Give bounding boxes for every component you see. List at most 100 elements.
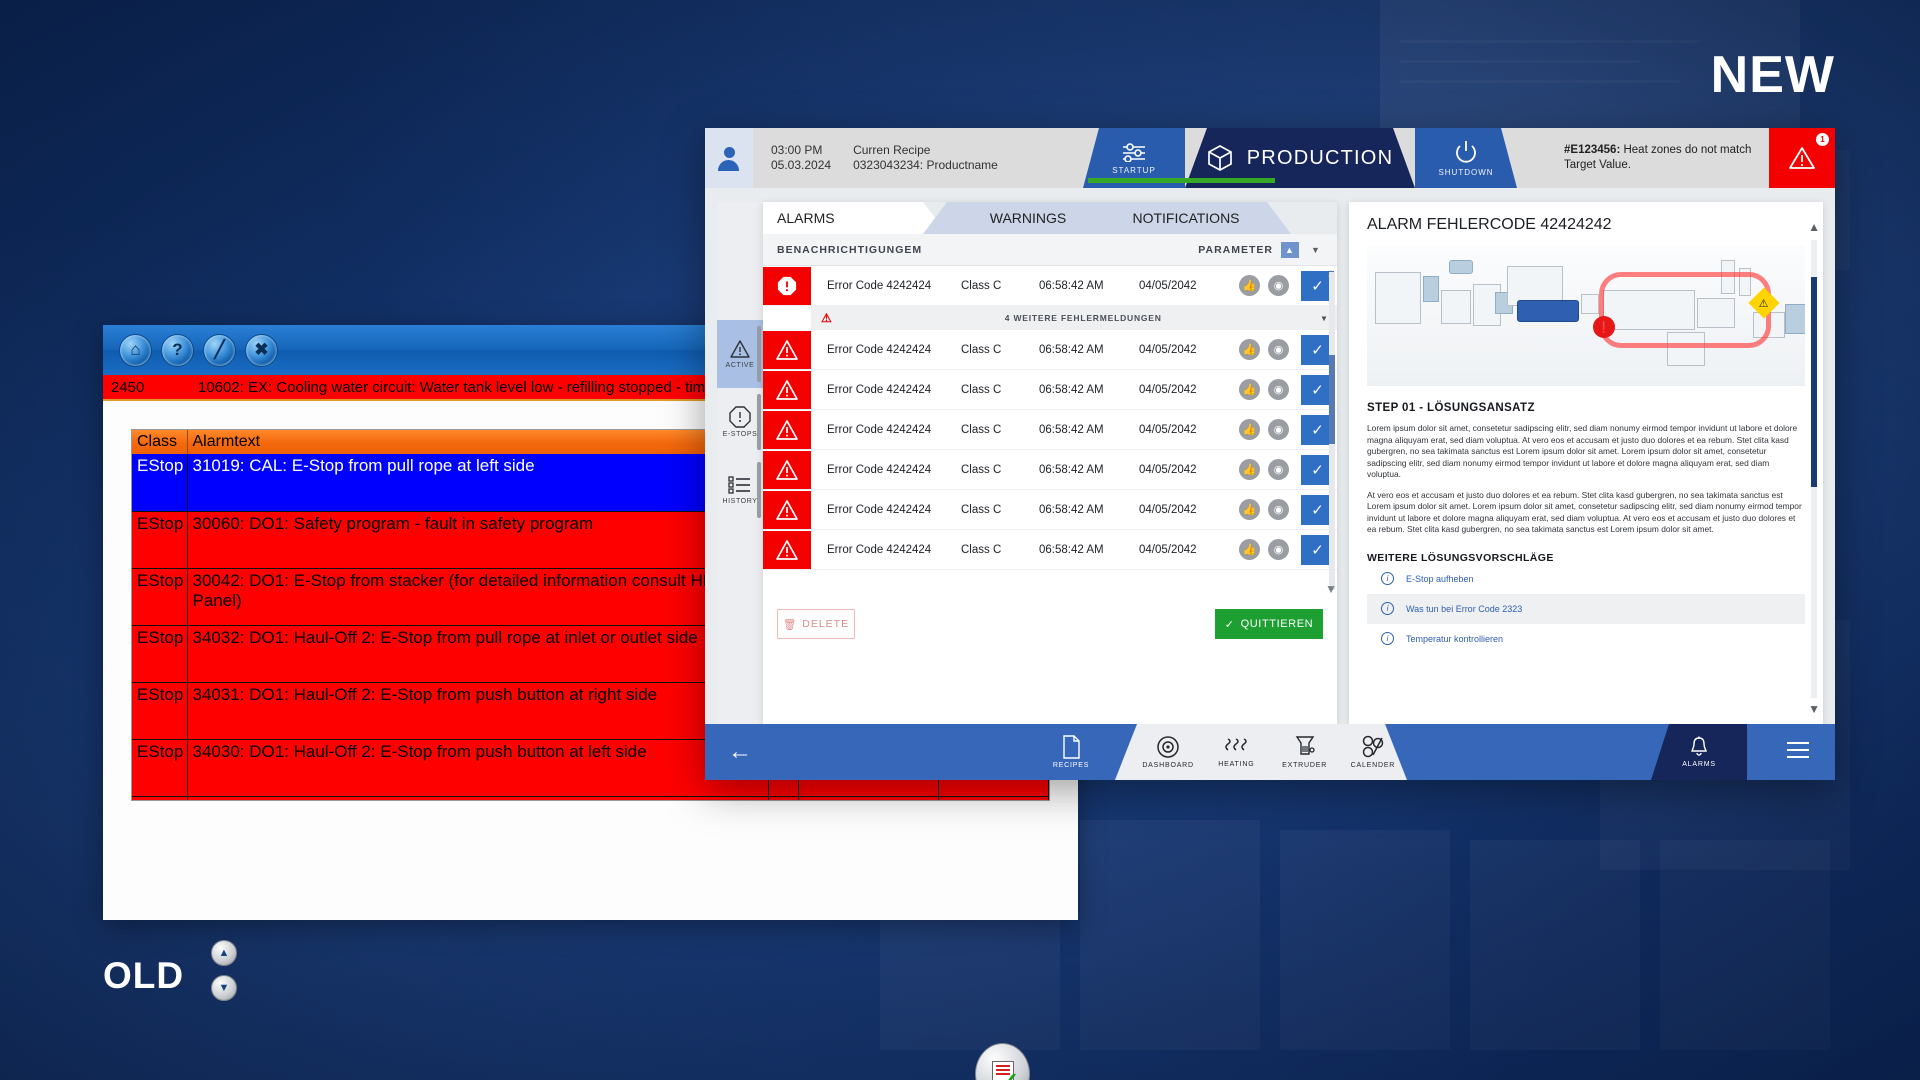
alarm-row-date: 04/05/2042 (1139, 423, 1197, 436)
detail-title: ALARM FEHLERCODE 42424242 (1367, 216, 1612, 233)
footer-item-calender[interactable]: CALENDER (1339, 724, 1407, 780)
alarm-row[interactable]: Error Code 4242424 Class C 06:58:42 AM 04/0… (763, 490, 1337, 530)
old-cell-text: 34030: DO1: Haul-Off 2: E-Stop from push… (187, 739, 769, 797)
close-icon[interactable]: ✖ (245, 333, 278, 367)
old-table-row[interactable]: EStop34016: DO1: Haul-Off 1: E-Stop from… (132, 796, 1049, 800)
alarm-row-view-icon[interactable]: ◉ (1268, 275, 1289, 296)
rail-item-history[interactable]: HISTORY (717, 456, 763, 524)
alarm-list-scroll-down[interactable]: ▼ (1325, 582, 1337, 596)
suggestion-item[interactable]: i E-Stop aufheben (1367, 564, 1805, 594)
alarm-row-acknowledge-icon[interactable]: 👍 (1239, 339, 1260, 360)
alarm-row-view-icon[interactable]: ◉ (1268, 499, 1289, 520)
alarm-row-code: Error Code 4242424 (827, 543, 932, 556)
alarm-row-acknowledge-icon[interactable]: 👍 (1239, 419, 1260, 440)
old-cell-class: EStop (132, 796, 188, 800)
header-alarm-button[interactable]: 1 (1769, 128, 1835, 188)
detail-paragraph-2: At vero eos et accusam et justo duo dolo… (1367, 489, 1802, 535)
alarm-row[interactable]: Error Code 4242424 Class C 06:58:42 AM 04/0… (763, 266, 1337, 306)
footer-item-dashboard[interactable]: DASHBOARD (1134, 724, 1202, 780)
acknowledge-button-label: QUITTIEREN (1240, 618, 1314, 630)
warning-triangle-icon (763, 530, 811, 569)
old-col-class[interactable]: Class (132, 430, 188, 454)
old-scroll-down-button[interactable]: ▼ (211, 975, 237, 1001)
rail-item-active[interactable]: ACTIVE (717, 320, 763, 388)
alarm-count-badge: 1 (1816, 133, 1829, 146)
alarm-row-view-icon[interactable]: ◉ (1268, 339, 1289, 360)
machine-line-illustration[interactable]: ❗ ⚠ (1367, 246, 1805, 386)
sort-ascending-button[interactable]: ▲ (1281, 241, 1299, 258)
extruder-icon (1295, 736, 1315, 755)
old-col-alarmtext[interactable]: Alarmtext (187, 430, 769, 454)
alarm-row-view-icon[interactable]: ◉ (1268, 379, 1289, 400)
old-cell-class: EStop (132, 454, 188, 512)
wrench-icon[interactable]: ╱ (203, 333, 236, 367)
suggestion-item[interactable]: i Was tun bei Error Code 2323 (1367, 593, 1805, 624)
alarm-row-code: Error Code 4242424 (827, 279, 932, 292)
suggestion-item[interactable]: i Temperatur kontrollieren (1367, 624, 1805, 654)
detail-suggestions-title: WEITERE LÖSUNGSVORSCHLÄGE (1367, 551, 1554, 564)
footer-item-alarms[interactable]: ALARMS (1651, 724, 1747, 780)
sort-descending-button[interactable]: ▼ (1307, 242, 1325, 258)
detail-scroll-thumb[interactable] (1811, 276, 1817, 488)
detail-scrollbar[interactable] (1811, 240, 1817, 698)
old-banner-number: 2450 (111, 378, 145, 396)
detail-scroll-down[interactable]: ▼ (1808, 702, 1820, 716)
detail-paragraph-1: Lorem ipsum dolor sit amet, consetetur s… (1367, 423, 1798, 479)
heat-waves-icon (1225, 738, 1248, 751)
warning-triangle-icon (763, 410, 811, 449)
avatar[interactable] (705, 128, 753, 188)
alarm-row-acknowledge-icon[interactable]: 👍 (1239, 275, 1260, 296)
alarm-list-scroll-thumb[interactable] (1329, 354, 1335, 444)
delete-button[interactable]: 🗑 DELETE (777, 609, 855, 639)
tab-notifications[interactable]: NOTIFICATIONS (1081, 202, 1291, 234)
tab-alarms[interactable]: ALARMS (763, 202, 947, 234)
alarm-row-date: 04/05/2042 (1139, 503, 1197, 516)
alarm-row-view-icon[interactable]: ◉ (1268, 459, 1289, 480)
new-footer-nav: ← RECIPES DASHBOARD HEATING EXTRUDER CAL… (705, 724, 1835, 780)
alarm-row-class: Class C (961, 463, 1002, 476)
alarm-row-acknowledge-icon[interactable]: 👍 (1239, 499, 1260, 520)
header-alarm-message: #E123456: Heat zones do not match Target… (1564, 128, 1769, 188)
help-icon[interactable]: ? (161, 333, 194, 367)
home-icon[interactable]: ⌂ (119, 333, 152, 367)
alarm-row[interactable]: Error Code 4242424 Class C 06:58:42 AM 04/0… (763, 410, 1337, 450)
alarm-row-acknowledge-icon[interactable]: 👍 (1239, 459, 1260, 480)
header-time: 03:00 PM (771, 143, 823, 157)
alarm-list-header: BENACHRICHTIGUNGEM PARAMETER ▲ ▼ (763, 234, 1337, 266)
alarm-row[interactable]: Error Code 4242424 Class C 06:58:42 AM 04/0… (763, 330, 1337, 370)
warning-triangle-icon (763, 330, 811, 369)
alarm-category-rail: ACTIVE E-STOPS HISTORY (717, 202, 763, 724)
footer-item-extruder[interactable]: EXTRUDER (1271, 724, 1339, 780)
alarm-row[interactable]: Error Code 4242424 Class C 06:58:42 AM 04/0… (763, 450, 1337, 490)
nav-tab-startup-label: STARTUP (1112, 165, 1156, 175)
warning-triangle-icon (763, 370, 811, 409)
alarm-row-view-icon[interactable]: ◉ (1268, 419, 1289, 440)
chevron-down-icon[interactable]: ▾ (1322, 313, 1327, 324)
alarm-row-acknowledge-icon[interactable]: 👍 (1239, 379, 1260, 400)
nav-tab-production-label: PRODUCTION (1246, 146, 1394, 169)
alarm-row[interactable]: Error Code 4242424 Class C 06:58:42 AM 04/0… (763, 530, 1337, 570)
detail-scroll-up[interactable]: ▲ (1808, 220, 1820, 234)
menu-icon[interactable] (1787, 742, 1809, 763)
alarm-subrow-more[interactable]: ⚠ 4 WEITERE FEHLERMELDUNGEN ▾ (811, 306, 1337, 330)
alarm-row-acknowledge-icon[interactable]: 👍 (1239, 539, 1260, 560)
alarm-row-view-icon[interactable]: ◉ (1268, 539, 1289, 560)
power-icon (1456, 140, 1476, 163)
alarm-row[interactable]: Error Code 4242424 Class C 06:58:42 AM 04/0… (763, 370, 1337, 410)
back-button[interactable]: ← (705, 738, 775, 766)
old-scroll-up-button[interactable]: ▲ (211, 940, 237, 966)
warning-triangle-icon: ⚠ (821, 311, 833, 325)
info-icon: i (1381, 572, 1394, 585)
check-icon: ✓ (1001, 1068, 1019, 1080)
new-hmi-panel: 03:00 PM 05.03.2024 Curren Recipe 032304… (705, 128, 1835, 780)
footer-item-recipes[interactable]: RECIPES (1035, 724, 1107, 780)
footer-recipes-group: RECIPES (1035, 724, 1107, 780)
rail-item-e-stops[interactable]: E-STOPS (717, 388, 763, 456)
alarm-row-class: Class C (961, 383, 1002, 396)
acknowledge-button[interactable]: ✓ QUITTIEREN (1215, 609, 1323, 639)
nav-tab-shutdown[interactable]: SHUTDOWN (1415, 128, 1517, 188)
suggestion-label: Temperatur kontrollieren (1406, 633, 1504, 644)
alarm-pin-critical[interactable]: ❗ (1593, 316, 1615, 338)
footer-item-heating[interactable]: HEATING (1202, 724, 1270, 780)
alarm-list-scrollbar[interactable] (1329, 272, 1335, 590)
